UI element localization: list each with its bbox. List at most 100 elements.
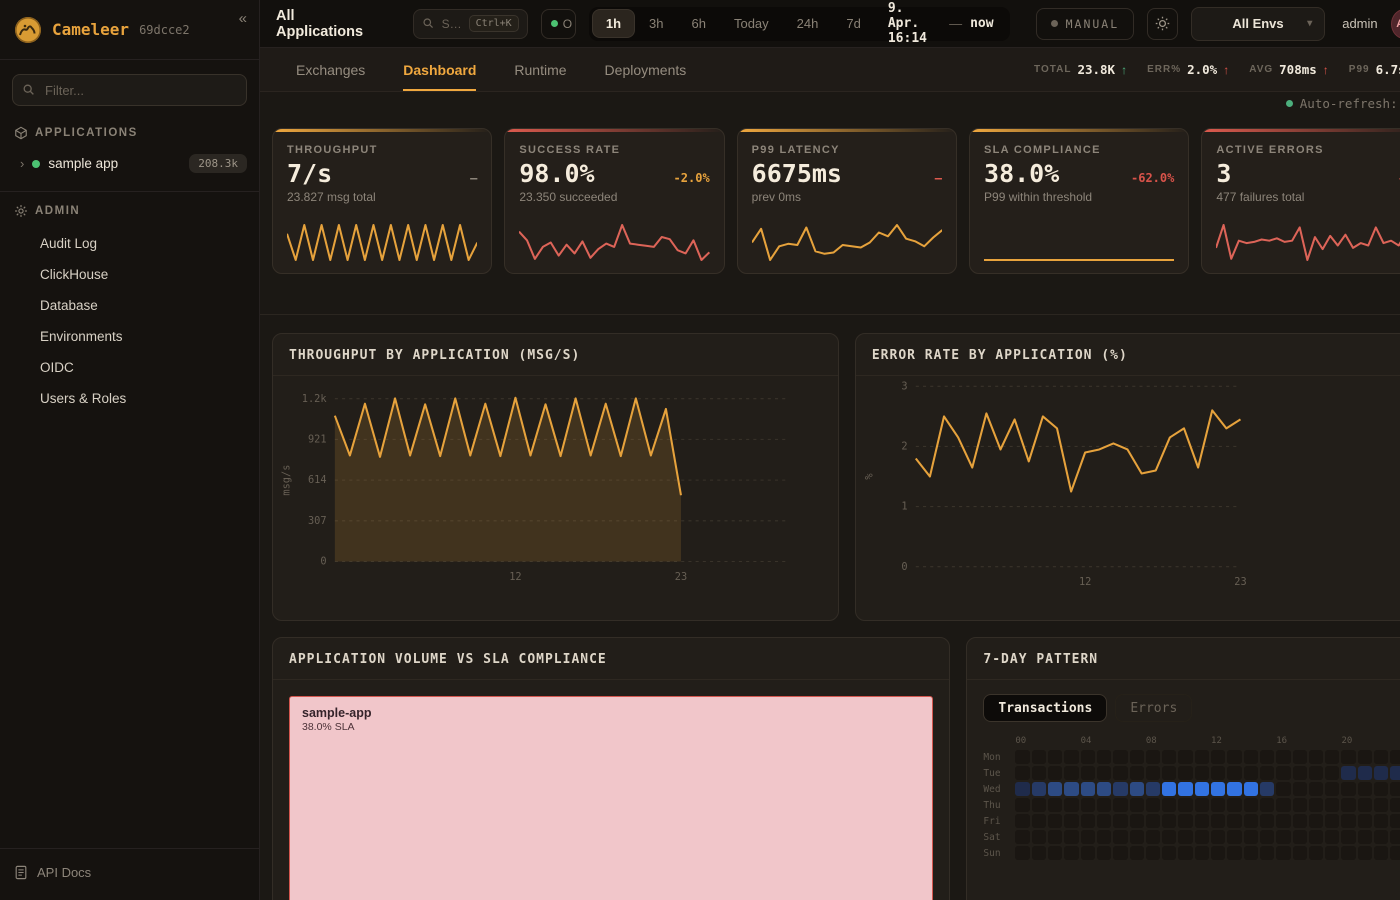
heatmap-cell <box>1032 766 1046 780</box>
heatmap-cell <box>1113 798 1127 812</box>
heatmap-cell <box>1325 782 1339 796</box>
heatmap-cell <box>1195 830 1209 844</box>
heatmap-cell <box>1097 798 1111 812</box>
time-range-6h[interactable]: 6h <box>679 10 719 37</box>
time-range-24h[interactable]: 24h <box>784 10 832 37</box>
heatmap-cell <box>1195 766 1209 780</box>
sidebar-item-audit-log[interactable]: Audit Log <box>0 228 259 259</box>
sidebar-item-sample-app[interactable]: › sample app 208.3k <box>0 146 259 181</box>
time-range-today[interactable]: Today <box>721 10 782 37</box>
heatmap-cell <box>1293 782 1307 796</box>
seven-day-pattern-title: 7-DAY PATTERN <box>967 638 1400 680</box>
heatmap-cell <box>1293 846 1307 860</box>
heatmap-cell <box>1276 830 1290 844</box>
kpi-value-row: 98.0%-2.0% <box>519 159 709 188</box>
heatmap-hour-label <box>1195 736 1209 748</box>
heatmap-hour-label <box>1227 736 1241 748</box>
heatmap-toggle-transactions[interactable]: Transactions <box>983 694 1107 722</box>
filter-input[interactable] <box>12 74 247 106</box>
admin-nav: Audit LogClickHouseDatabaseEnvironmentsO… <box>0 224 259 418</box>
stat-value: 6.7s <box>1376 62 1400 77</box>
environment-select[interactable]: All Envs ▾ <box>1191 7 1325 41</box>
time-to: now <box>970 16 993 31</box>
global-search-button[interactable]: S… Ctrl+K <box>413 9 528 39</box>
heatmap-cell <box>1260 846 1274 860</box>
time-range-display[interactable]: 9. Apr. 16:14 — now <box>876 1 1006 46</box>
sidebar-item-users-roles[interactable]: Users & Roles <box>0 383 259 414</box>
heatmap-hour-label <box>1097 736 1111 748</box>
time-range-group: 1h3h6hToday24h7d 9. Apr. 16:14 — now <box>589 7 1010 41</box>
api-docs-label: API Docs <box>37 865 91 880</box>
manual-label: MANUAL <box>1066 17 1120 31</box>
main-area: All Applications S… Ctrl+K O 1h3h6hToday… <box>260 0 1400 900</box>
time-range-3h[interactable]: 3h <box>636 10 676 37</box>
heatmap-hour-label <box>1178 736 1192 748</box>
heatmap-cell <box>1374 846 1388 860</box>
stat-label: AVG <box>1249 64 1273 75</box>
kpi-subtitle: P99 within threshold <box>984 190 1174 204</box>
heatmap-hour-label: 00 <box>1015 736 1029 748</box>
time-range-1h[interactable]: 1h <box>593 10 634 37</box>
heatmap-cell <box>1244 782 1258 796</box>
search-shortcut-kbd: Ctrl+K <box>469 15 519 32</box>
heatmap-cell <box>1260 750 1274 764</box>
heatmap-cell <box>1260 814 1274 828</box>
heatmap-cell <box>1130 814 1144 828</box>
heatmap-cell <box>1195 782 1209 796</box>
heatmap-toggle-errors[interactable]: Errors <box>1115 694 1192 722</box>
sidebar-item-clickhouse[interactable]: ClickHouse <box>0 259 259 290</box>
connection-status-button[interactable]: O <box>541 9 576 39</box>
api-docs-link[interactable]: API Docs <box>0 848 259 900</box>
heatmap-cell <box>1390 782 1400 796</box>
tab-exchanges[interactable]: Exchanges <box>296 48 365 91</box>
stat-value: 2.0% <box>1187 62 1217 77</box>
sidebar-item-database[interactable]: Database <box>0 290 259 321</box>
heatmap-hour-label <box>1048 736 1062 748</box>
heatmap-cell <box>1048 750 1062 764</box>
sidebar-item-environments[interactable]: Environments <box>0 321 259 352</box>
time-range-7d[interactable]: 7d <box>833 10 873 37</box>
heatmap-cell <box>1211 814 1225 828</box>
chevron-down-icon: ▾ <box>1307 18 1312 29</box>
heatmap-cell <box>1015 766 1029 780</box>
app-logo-text: Cameleer <box>52 20 129 39</box>
filter-box <box>12 74 247 106</box>
kpi-value: 6675ms <box>752 159 842 188</box>
user-avatar[interactable]: AD <box>1391 9 1400 39</box>
tab-dashboard[interactable]: Dashboard <box>403 48 476 91</box>
kpi-accent-bar <box>738 129 956 132</box>
manual-dot <box>1051 20 1058 27</box>
sidebar-item-oidc[interactable]: OIDC <box>0 352 259 383</box>
theme-toggle-button[interactable] <box>1147 8 1178 40</box>
heatmap-cell <box>1162 766 1176 780</box>
sidebar-collapse-icon[interactable]: « <box>239 10 247 27</box>
heatmap-cell <box>1325 798 1339 812</box>
kpi-subtitle: 23.350 succeeded <box>519 190 709 204</box>
chevron-right-icon[interactable]: › <box>20 156 24 171</box>
heatmap-cell <box>1015 750 1029 764</box>
heatmap-cell <box>1227 782 1241 796</box>
heatmap-cell <box>1048 782 1062 796</box>
stat-err: ERR%2.0%↑ <box>1147 62 1229 77</box>
heatmap-cell <box>1032 846 1046 860</box>
app-count-badge: 208.3k <box>189 154 247 173</box>
kpi-value-row: 38.0%-62.0% <box>984 159 1174 188</box>
stat-total: TOTAL23.8K↑ <box>1034 62 1127 77</box>
tab-deployments[interactable]: Deployments <box>605 48 687 91</box>
heatmap-hour-label <box>1374 736 1388 748</box>
heatmap-hour-label <box>1113 736 1127 748</box>
manual-refresh-button[interactable]: MANUAL <box>1036 8 1135 40</box>
dashboard-content: THROUGHPUT7/s–23.827 msg totalSUCCESS RA… <box>260 114 1400 900</box>
tabsbar: Exchanges Dashboard Runtime Deployments TOT… <box>260 48 1400 92</box>
heatmap-hour-label: 16 <box>1276 736 1290 748</box>
heatmap-cell <box>1064 766 1078 780</box>
heatmap-cell <box>1178 750 1192 764</box>
kpi-label: ACTIVE ERRORS <box>1216 144 1400 156</box>
heatmap-cell <box>1341 766 1355 780</box>
tab-runtime[interactable]: Runtime <box>514 48 566 91</box>
heatmap-cell <box>1341 846 1355 860</box>
trend-arrow-icon: ↑ <box>1223 63 1229 77</box>
heatmap-cell <box>1374 766 1388 780</box>
heatmap-hour-label <box>1293 736 1307 748</box>
treemap-sample-app[interactable]: sample-app 38.0% SLA <box>289 696 933 900</box>
